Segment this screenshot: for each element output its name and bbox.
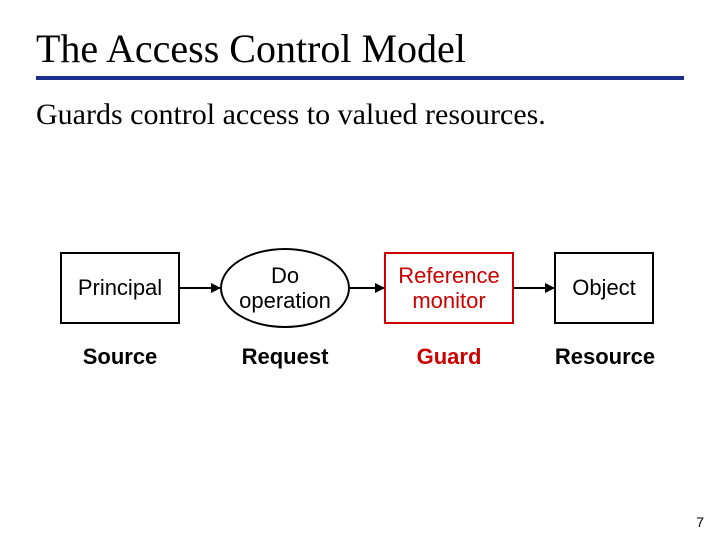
page-number: 7 bbox=[696, 514, 704, 530]
caption-resource: Resource bbox=[540, 344, 670, 370]
node-principal: Principal bbox=[60, 252, 180, 324]
arrow-operation-to-monitor bbox=[350, 287, 384, 289]
arrow-principal-to-operation bbox=[180, 287, 220, 289]
caption-request: Request bbox=[220, 344, 350, 370]
node-object: Object bbox=[554, 252, 654, 324]
access-control-diagram: Principal Do operation Reference monitor… bbox=[60, 232, 660, 432]
slide-title: The Access Control Model bbox=[36, 28, 684, 70]
title-rule bbox=[36, 76, 684, 80]
slide: The Access Control Model Guards control … bbox=[0, 0, 720, 540]
arrow-monitor-to-object bbox=[514, 287, 554, 289]
caption-source: Source bbox=[60, 344, 180, 370]
node-operation: Do operation bbox=[220, 248, 350, 328]
slide-subtitle: Guards control access to valued resource… bbox=[36, 98, 684, 132]
caption-guard: Guard bbox=[384, 344, 514, 370]
node-reference-monitor: Reference monitor bbox=[384, 252, 514, 324]
